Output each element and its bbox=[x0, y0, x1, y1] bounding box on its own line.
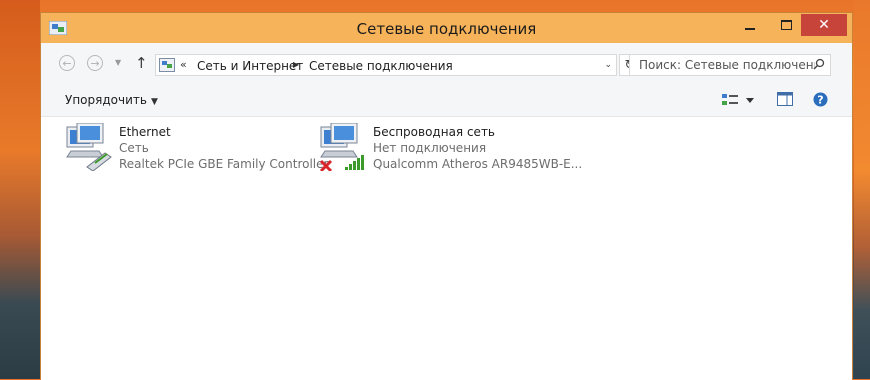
organize-button[interactable]: Упорядочить ▼ bbox=[65, 93, 158, 107]
wireless-adapter-icon bbox=[319, 123, 364, 171]
connection-status: Сеть bbox=[119, 141, 149, 155]
address-bar[interactable]: « Сеть и Интернет ▶ Сетевые подключения … bbox=[155, 54, 617, 76]
address-dropdown-icon[interactable]: ⌄ bbox=[604, 60, 612, 70]
ethernet-adapter-icon bbox=[66, 123, 112, 171]
minimize-button[interactable] bbox=[735, 14, 765, 36]
maximize-button[interactable] bbox=[771, 14, 801, 36]
connection-name: Беспроводная сеть bbox=[373, 125, 496, 139]
minimize-icon bbox=[745, 28, 755, 30]
connection-status: Нет подключения bbox=[373, 141, 487, 155]
navigation-bar: ← → ▼ ↑ « Сеть и Интернет ▶ Сетевые подк… bbox=[41, 43, 852, 83]
search-box[interactable] bbox=[629, 54, 831, 76]
breadcrumb-overflow[interactable]: « bbox=[180, 58, 187, 71]
explorer-window: Сетевые подключения ✕ ← → ▼ ↑ « Сеть и И… bbox=[40, 12, 853, 380]
chevron-down-icon: ▼ bbox=[115, 58, 122, 67]
search-icon[interactable] bbox=[813, 58, 825, 70]
organize-label: Упорядочить bbox=[65, 93, 147, 107]
search-input[interactable] bbox=[630, 55, 815, 75]
breadcrumb-network-internet[interactable]: Сеть и Интернет bbox=[197, 59, 303, 73]
recent-locations-button[interactable]: ▼ bbox=[115, 58, 121, 67]
no-connection-error-icon bbox=[319, 159, 333, 171]
organize-dropdown-icon: ▼ bbox=[150, 97, 158, 107]
preview-pane-icon[interactable] bbox=[777, 92, 793, 106]
back-button[interactable]: ← bbox=[59, 55, 75, 71]
title-bar[interactable]: Сетевые подключения ✕ bbox=[41, 13, 852, 43]
connection-device: Realtek PCIe GBE Family Controller bbox=[119, 157, 329, 171]
breadcrumb-network-connections[interactable]: Сетевые подключения bbox=[309, 59, 453, 73]
maximize-icon bbox=[780, 20, 792, 30]
connection-device: Qualcomm Atheros AR9485WB-E... bbox=[373, 157, 583, 171]
close-button[interactable]: ✕ bbox=[801, 14, 847, 36]
change-view-icon[interactable] bbox=[721, 92, 757, 108]
arrow-left-icon: ← bbox=[62, 56, 72, 70]
arrow-right-icon: → bbox=[90, 56, 100, 70]
command-bar: Упорядочить ▼ ? bbox=[41, 83, 852, 117]
forward-button[interactable]: → bbox=[87, 55, 103, 71]
help-icon[interactable]: ? bbox=[813, 92, 828, 107]
connections-list: Ethernet Сеть Realtek PCIe GBE Family Co… bbox=[41, 117, 852, 380]
network-connections-location-icon bbox=[159, 58, 175, 72]
up-button[interactable]: ↑ bbox=[135, 54, 148, 72]
connection-item-wireless[interactable]: Беспроводная сеть Нет подключения Qualco… bbox=[319, 123, 583, 175]
arrow-up-icon: ↑ bbox=[135, 54, 148, 72]
window-title: Сетевые подключения bbox=[356, 20, 537, 38]
svg-text:?: ? bbox=[817, 94, 823, 107]
connection-item-ethernet[interactable]: Ethernet Сеть Realtek PCIe GBE Family Co… bbox=[65, 123, 328, 175]
connection-name: Ethernet bbox=[119, 125, 171, 139]
desktop-wallpaper-left bbox=[0, 0, 40, 379]
breadcrumb-separator-icon[interactable]: ▶ bbox=[293, 60, 299, 69]
desktop-wallpaper-right bbox=[854, 0, 870, 379]
close-icon: ✕ bbox=[818, 17, 830, 33]
